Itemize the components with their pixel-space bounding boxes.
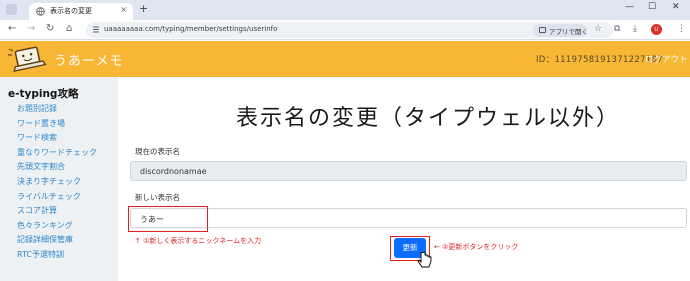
laptop-logo-icon[interactable] [6,43,48,75]
sidebar-item-word-search[interactable]: ワード検索 [17,131,97,146]
new-name-input[interactable]: うあー [130,208,687,228]
input-highlight-box [128,206,208,232]
site-title[interactable]: うあーメモ [54,50,123,69]
sidebar-list: お題別記録 ワード置き場 ワード検索 重なりワードチェック 先頭文字割合 決まり… [17,102,97,263]
sidebar-item-record-by-topic[interactable]: お題別記録 [17,102,97,117]
close-tab-icon[interactable]: × [120,5,127,14]
tab-search-icon[interactable] [6,4,17,15]
globe-icon [36,7,45,16]
logout-link[interactable]: ログアウト [645,53,688,65]
sidebar-item-rtc-training[interactable]: RTC予選特訓 [17,248,97,263]
forward-icon[interactable]: → [27,23,35,35]
input-annotation: ↑ ①新しく表示するニックネームを入力 [135,237,262,245]
site-header: うあーメモ ID：1119758191371227187 ログアウト [0,41,690,77]
url-text: uaaaaaaaa.com/typing/member/settings/use… [104,25,278,33]
sidebar-item-rival-check[interactable]: ライバルチェック [17,190,97,205]
new-tab-button[interactable]: + [139,3,148,15]
sidebar-item-first-letter-ratio[interactable]: 先頭文字割合 [17,160,97,175]
window-close-icon[interactable]: ✕ [672,2,680,12]
profile-avatar[interactable]: U [651,24,662,35]
tab-title: 表示名の変更 [50,7,92,15]
site-info-icon[interactable] [92,25,100,34]
new-name-label: 新しい表示名 [135,193,180,202]
bookmark-star-icon[interactable]: ☆ [594,24,602,35]
hand-cursor-icon [417,251,432,268]
reload-icon[interactable]: ↻ [46,23,54,35]
maximize-icon[interactable]: ☐ [648,2,656,12]
sidebar: e-typing攻略 お題別記録 ワード置き場 ワード検索 重なりワードチェック… [0,77,118,281]
sidebar-item-record-archive[interactable]: 記録詳細保管庫 [17,233,97,248]
current-name-field: discordnonamae [130,161,687,181]
minimize-icon[interactable]: — [625,2,634,12]
open-in-app-button[interactable]: アプリで開く [533,24,588,37]
menu-kebab-icon[interactable]: ⋮ [677,24,686,35]
sidebar-item-overlap-word-check[interactable]: 重なりワードチェック [17,146,97,161]
sidebar-item-kimariji-check[interactable]: 決まり字チェック [17,175,97,190]
back-icon[interactable]: ← [8,23,16,35]
open-in-app-icon [539,27,546,33]
open-in-app-label: アプリで開く [549,28,588,36]
extensions-icon[interactable]: ⧉ [614,24,620,35]
download-icon[interactable]: ⤓ [633,24,637,35]
sidebar-item-score-calc[interactable]: スコア計算 [17,204,97,219]
sidebar-item-word-storage[interactable]: ワード置き場 [17,117,97,132]
current-name-label: 現在の表示名 [135,147,180,156]
button-annotation: ← ②更新ボタンをクリック [434,243,519,251]
sidebar-heading: e-typing攻略 [8,88,79,100]
tab-strip: 表示名の変更 × + — ☐ ✕ [0,0,690,20]
user-id: ID：1119758191371227187 [536,55,663,65]
home-icon[interactable]: ⌂ [66,23,72,35]
sidebar-item-rankings[interactable]: 色々ランキング [17,219,97,234]
page-title: 表示名の変更（タイプウェル以外） [236,106,621,131]
browser-tab[interactable]: 表示名の変更 × [29,3,133,20]
